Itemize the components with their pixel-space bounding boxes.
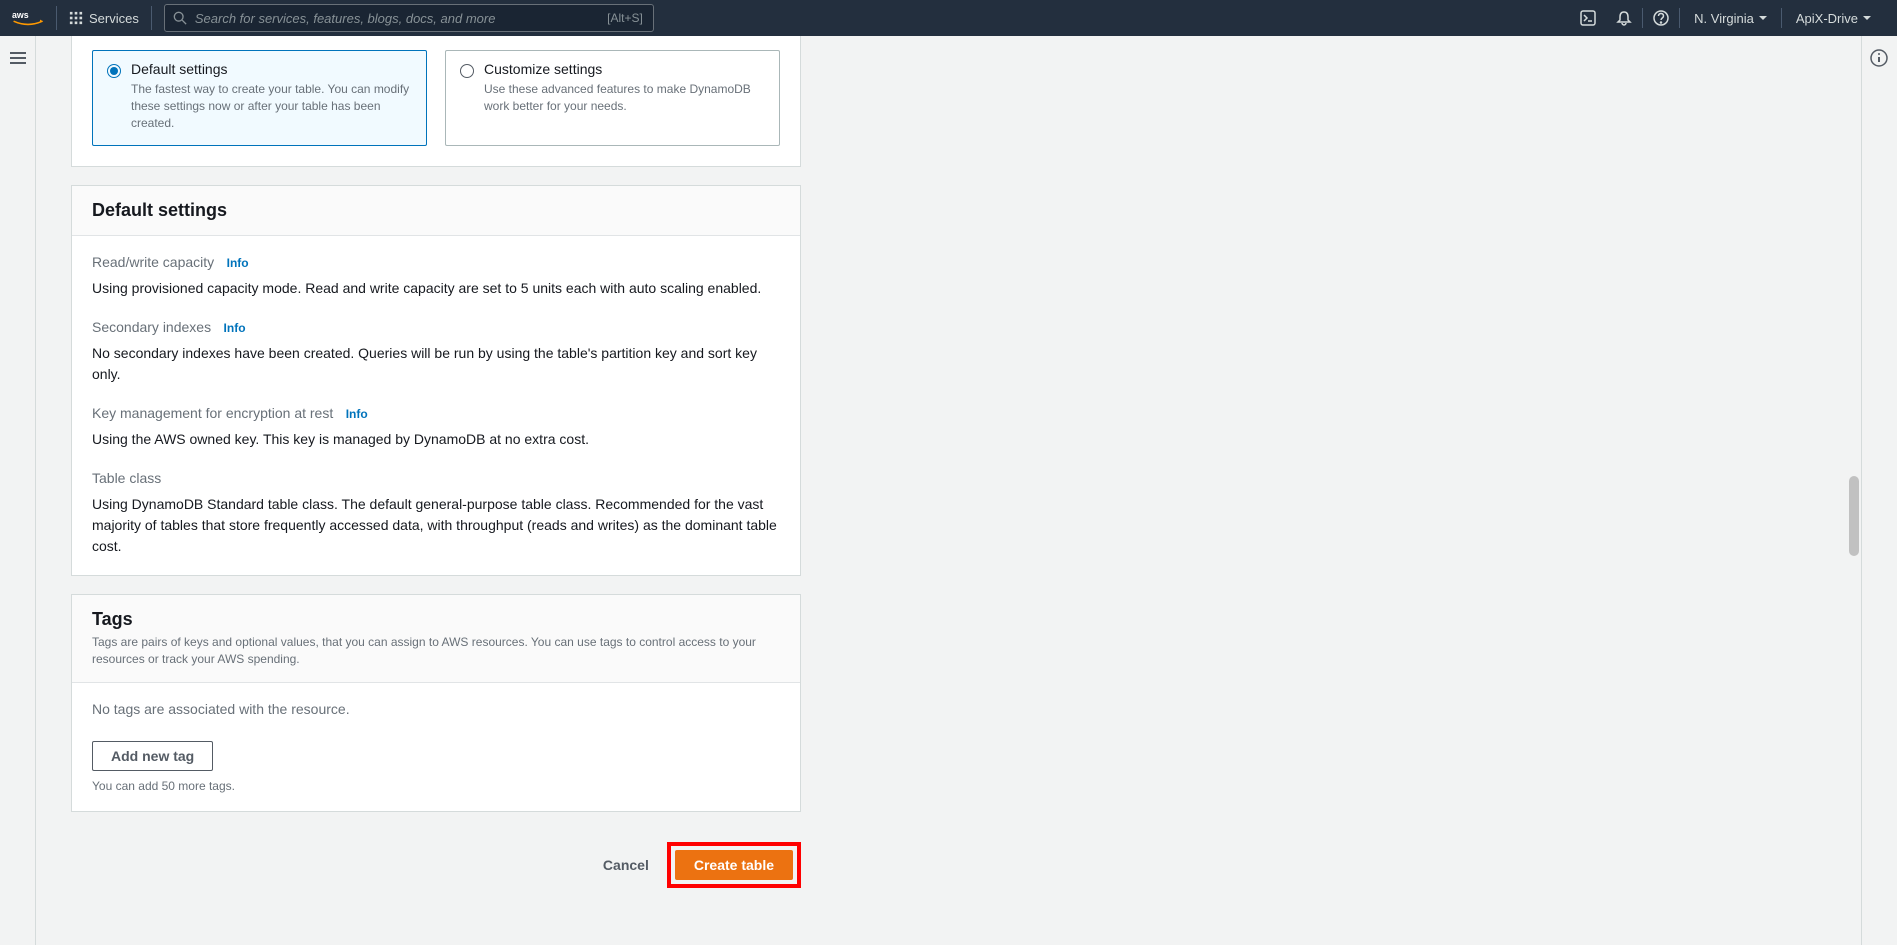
chevron-down-icon bbox=[1863, 16, 1871, 20]
default-settings-title: Default settings bbox=[131, 61, 412, 77]
default-settings-panel: Default settings Read/write capacity Inf… bbox=[71, 185, 801, 576]
radio-icon bbox=[460, 64, 474, 78]
search-shortcut: [Alt+S] bbox=[597, 11, 653, 25]
hamburger-icon bbox=[9, 51, 27, 65]
scrollbar-thumb[interactable] bbox=[1849, 476, 1859, 556]
info-link[interactable]: Info bbox=[227, 256, 249, 270]
search-input[interactable] bbox=[195, 11, 597, 26]
tags-description: Tags are pairs of keys and optional valu… bbox=[92, 634, 780, 668]
region-selector[interactable]: N. Virginia bbox=[1680, 11, 1781, 26]
key-management-label: Key management for encryption at rest bbox=[92, 405, 333, 421]
nav-right: N. Virginia ApiX-Drive bbox=[1570, 0, 1885, 36]
region-label: N. Virginia bbox=[1694, 11, 1754, 26]
help-panel-toggle[interactable] bbox=[1865, 44, 1893, 72]
help-button[interactable] bbox=[1643, 0, 1679, 36]
cancel-button[interactable]: Cancel bbox=[599, 849, 653, 881]
content-area: Default settings The fastest way to crea… bbox=[35, 36, 1862, 945]
create-table-button[interactable]: Create table bbox=[675, 850, 793, 880]
add-new-tag-button[interactable]: Add new tag bbox=[92, 741, 213, 771]
secondary-indexes-label: Secondary indexes bbox=[92, 319, 211, 335]
tags-title: Tags bbox=[92, 609, 780, 630]
cloudshell-button[interactable] bbox=[1570, 0, 1606, 36]
table-settings-options: Default settings The fastest way to crea… bbox=[71, 36, 801, 167]
radio-icon bbox=[107, 64, 121, 78]
table-class-value: Using DynamoDB Standard table class. The… bbox=[92, 494, 780, 557]
customize-settings-title: Customize settings bbox=[484, 61, 765, 77]
info-icon bbox=[1870, 49, 1888, 67]
sidebar-toggle[interactable] bbox=[4, 44, 32, 72]
no-tags-message: No tags are associated with the resource… bbox=[92, 701, 780, 717]
table-class-label: Table class bbox=[92, 470, 161, 486]
panel-title: Default settings bbox=[92, 200, 780, 221]
customize-settings-desc: Use these advanced features to make Dyna… bbox=[484, 81, 765, 115]
default-settings-desc: The fastest way to create your table. Yo… bbox=[131, 81, 412, 131]
svg-text:aws: aws bbox=[12, 10, 29, 20]
tags-panel: Tags Tags are pairs of keys and optional… bbox=[71, 594, 801, 812]
top-nav: aws Services [Alt+S] N. Virginia ApiX-Dr… bbox=[0, 0, 1897, 36]
secondary-indexes-value: No secondary indexes have been created. … bbox=[92, 343, 780, 385]
aws-logo[interactable]: aws bbox=[12, 6, 57, 30]
customize-settings-radio[interactable]: Customize settings Use these advanced fe… bbox=[445, 50, 780, 146]
tags-remaining-hint: You can add 50 more tags. bbox=[92, 779, 780, 793]
key-management-value: Using the AWS owned key. This key is man… bbox=[92, 429, 780, 450]
rw-capacity-value: Using provisioned capacity mode. Read an… bbox=[92, 278, 780, 299]
info-link[interactable]: Info bbox=[224, 321, 246, 335]
search-bar[interactable]: [Alt+S] bbox=[164, 4, 654, 32]
create-button-highlight: Create table bbox=[667, 842, 801, 888]
default-settings-radio[interactable]: Default settings The fastest way to crea… bbox=[92, 50, 427, 146]
account-selector[interactable]: ApiX-Drive bbox=[1782, 11, 1885, 26]
services-menu[interactable]: Services bbox=[57, 6, 152, 30]
search-icon bbox=[173, 11, 187, 25]
info-link[interactable]: Info bbox=[346, 407, 368, 421]
form-actions: Cancel Create table bbox=[71, 812, 801, 912]
rw-capacity-label: Read/write capacity bbox=[92, 254, 214, 270]
services-label: Services bbox=[89, 11, 139, 26]
notifications-button[interactable] bbox=[1606, 0, 1642, 36]
grid-icon bbox=[69, 11, 83, 25]
account-label: ApiX-Drive bbox=[1796, 11, 1858, 26]
chevron-down-icon bbox=[1759, 16, 1767, 20]
